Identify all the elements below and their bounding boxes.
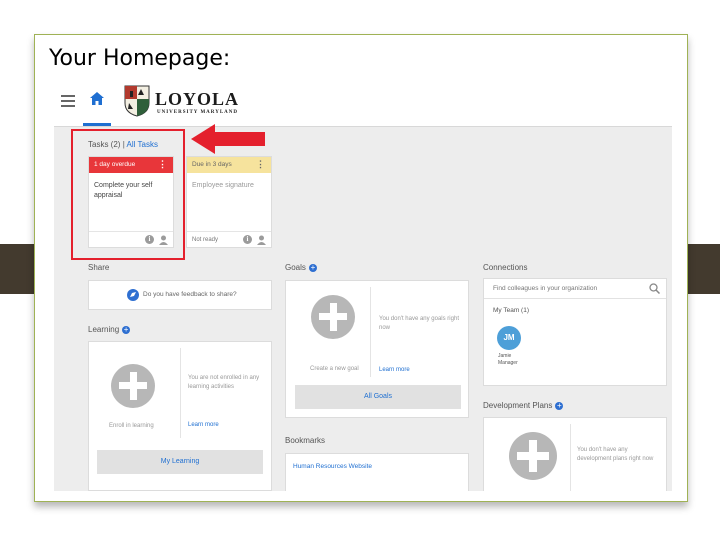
avatar[interactable]: JM: [497, 326, 521, 350]
learning-learn-more-link[interactable]: Learn more: [188, 422, 219, 428]
share-card[interactable]: Do you have feedback to share?: [88, 280, 272, 310]
dev-plans-header: Development Plans +: [483, 401, 564, 410]
goals-empty-text: You don't have any goals right now: [379, 316, 459, 331]
goals-header: Goals +: [285, 263, 317, 272]
team-member-role: Manager: [498, 360, 518, 366]
task-name: Employee signature: [192, 182, 254, 189]
goals-title: Goals: [285, 263, 306, 272]
add-goal-icon[interactable]: +: [308, 263, 317, 272]
divider: [180, 348, 181, 438]
share-prompt: Do you have feedback to share?: [143, 291, 237, 298]
goals-card: You don't have any goals right now Creat…: [285, 280, 469, 418]
create-goal-label[interactable]: Create a new goal: [310, 365, 359, 374]
loyola-seal-logo: [124, 85, 150, 117]
person-icon[interactable]: [257, 235, 266, 245]
feedback-icon: [127, 289, 139, 301]
divider: [570, 424, 571, 491]
team-member-label: Jamie Manager: [498, 353, 518, 367]
connections-title: Connections: [483, 263, 528, 272]
logo-subtitle: UNIVERSITY MARYLAND: [157, 110, 239, 115]
task-menu-icon[interactable]: ⋮: [256, 157, 265, 171]
add-dev-plan-icon[interactable]: +: [555, 401, 564, 410]
bookmarks-title: Bookmarks: [285, 436, 326, 445]
bookmarks-card: Human Resources Website: [285, 453, 469, 491]
slide-title: Your Homepage:: [47, 44, 679, 76]
bookmark-link[interactable]: Human Resources Website: [293, 463, 372, 470]
dev-plans-empty-text: You don't have any development plans rig…: [577, 447, 654, 462]
task-card-employee-signature[interactable]: Due in 3 days ⋮ Employee signature Not r…: [186, 156, 272, 248]
add-learning-icon[interactable]: +: [122, 325, 131, 334]
team-member-name: Jamie: [498, 353, 512, 359]
goals-learn-more-link[interactable]: Learn more: [379, 367, 410, 373]
colleague-search-placeholder: Find colleagues in your organization: [493, 285, 598, 292]
dev-plans-title: Development Plans: [483, 401, 553, 410]
top-bar: LOYOLA UNIVERSITY MARYLAND: [54, 78, 672, 127]
task-footer-status: Not ready: [192, 237, 219, 243]
dev-plans-card: You don't have any development plans rig…: [483, 417, 667, 491]
search-icon[interactable]: [649, 283, 660, 294]
homepage-screenshot: LOYOLA UNIVERSITY MARYLAND Tasks (2) | A…: [54, 78, 672, 491]
learning-card: Enroll in learning You are not enrolled …: [88, 341, 272, 491]
learning-empty-text: You are not enrolled in any learning act…: [188, 375, 260, 390]
red-arrow-icon: [191, 124, 265, 154]
my-learning-button[interactable]: My Learning: [97, 450, 263, 474]
learning-title: Learning: [88, 325, 120, 334]
hamburger-menu-icon[interactable]: [61, 95, 75, 110]
enroll-label[interactable]: Enroll in learning: [109, 422, 154, 431]
connections-card: Find colleagues in your organization My …: [483, 278, 667, 386]
colleague-search-field[interactable]: Find colleagues in your organization: [484, 279, 666, 299]
info-icon[interactable]: i: [243, 235, 252, 244]
home-icon: [90, 92, 104, 105]
tasks-highlight-box: [71, 129, 185, 260]
logo-wordmark: LOYOLA: [155, 89, 240, 109]
all-goals-button[interactable]: All Goals: [295, 385, 461, 409]
learning-header: Learning +: [88, 325, 131, 334]
my-team-label: My Team (1): [493, 307, 529, 314]
task-status-bar: Due in 3 days ⋮: [187, 157, 271, 173]
task-footer: Not ready i: [187, 231, 271, 247]
divider: [370, 287, 371, 377]
home-tab[interactable]: [83, 78, 111, 126]
share-title: Share: [88, 263, 110, 272]
task-status: Due in 3 days: [192, 161, 232, 168]
